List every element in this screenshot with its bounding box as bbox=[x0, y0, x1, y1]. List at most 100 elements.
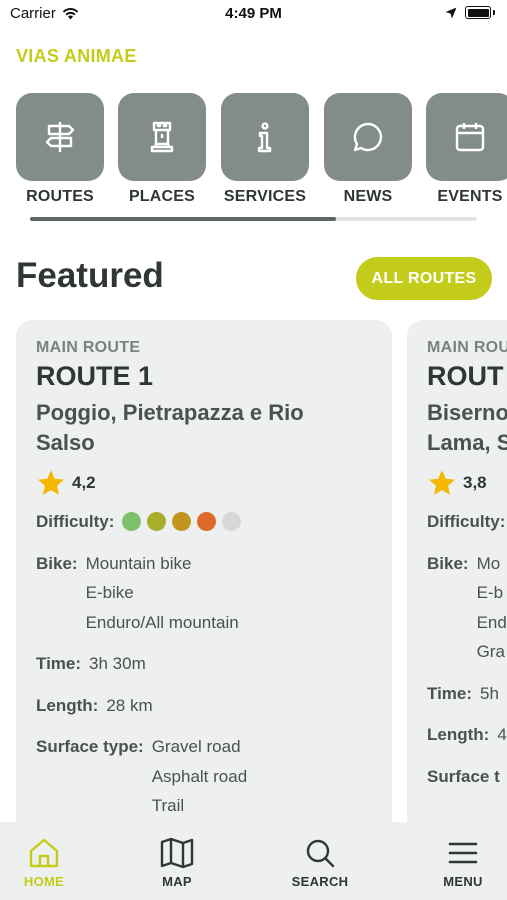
route-rating: 3,8 bbox=[427, 468, 507, 498]
menu-icon bbox=[448, 842, 478, 864]
surface-label: Surface t bbox=[427, 766, 500, 786]
bike-type: Mo bbox=[476, 553, 501, 573]
bike-row: Bike: Mo E-b End Gra bbox=[427, 549, 507, 667]
tab-label: MENU bbox=[443, 874, 483, 889]
category-tile[interactable] bbox=[324, 93, 412, 181]
category-news[interactable]: NEWS bbox=[324, 93, 412, 206]
category-label: PLACES bbox=[128, 188, 196, 205]
difficulty-dot bbox=[197, 512, 217, 532]
carousel-scroll-thumb[interactable] bbox=[30, 217, 336, 221]
bike-list: Mo E-b End Gra bbox=[477, 549, 507, 667]
time-value: 5h bbox=[480, 683, 499, 703]
surface-row: Surface t bbox=[427, 762, 507, 792]
route-title: ROUTE 1 bbox=[36, 361, 154, 391]
category-label: ROUTES bbox=[26, 188, 94, 205]
tab-label: HOME bbox=[23, 874, 65, 889]
tab-label: SEARCH bbox=[291, 874, 349, 889]
info-icon bbox=[257, 122, 272, 153]
chat-bubble-icon bbox=[353, 122, 383, 152]
bike-type: Mountain bike bbox=[85, 553, 192, 573]
featured-heading: Featured bbox=[16, 256, 164, 295]
length-value: 28 km bbox=[106, 695, 153, 715]
length-label: Length: bbox=[36, 695, 99, 715]
time-label: Time: bbox=[36, 654, 82, 673]
bike-label: Bike: bbox=[36, 553, 78, 573]
length-row: Length: 28 km bbox=[36, 691, 372, 721]
category-carousel[interactable]: ROUTES PLACES SERVICES NEWS EVENTS bbox=[0, 93, 507, 213]
length-value: 4 bbox=[497, 725, 507, 744]
featured-routes-carousel[interactable]: MAIN ROUTE ROUTE 1 Poggio, Pietrapazza e… bbox=[0, 320, 507, 825]
surface-list: Gravel road Asphalt road Trail bbox=[152, 732, 247, 821]
battery-tip bbox=[493, 10, 495, 15]
status-bar: Carrier 4:49 PM bbox=[0, 0, 507, 30]
surface-row: Surface type: Gravel road Asphalt road T… bbox=[36, 732, 372, 821]
difficulty-dot bbox=[222, 512, 242, 532]
difficulty-dot bbox=[172, 512, 192, 532]
difficulty-label: Difficulty: bbox=[427, 512, 506, 531]
category-label: SERVICES bbox=[223, 188, 307, 205]
clock: 4:49 PM bbox=[225, 5, 282, 22]
tab-label: MAP bbox=[162, 874, 192, 889]
route-subtitle-line: Salso bbox=[36, 430, 95, 455]
time-label: Time: bbox=[427, 683, 473, 703]
surface-type: Gravel road bbox=[151, 737, 241, 756]
category-tile[interactable] bbox=[118, 93, 206, 181]
bike-type: E-b bbox=[476, 583, 504, 602]
length-row: Length: 4 bbox=[427, 720, 507, 750]
surface-type: Asphalt road bbox=[151, 766, 248, 786]
difficulty-row: Difficulty: bbox=[427, 507, 507, 537]
tab-search[interactable]: SEARCH bbox=[265, 836, 375, 889]
category-routes[interactable]: ROUTES bbox=[16, 93, 104, 206]
star-icon bbox=[429, 470, 455, 495]
bike-list: Mountain bike E-bike Enduro/All mountain bbox=[86, 549, 239, 638]
time-value: 3h 30m bbox=[89, 654, 146, 673]
route-card[interactable]: MAIN ROU ROUT Biserno Lama, S 3,8 Diffic… bbox=[407, 320, 507, 825]
category-tile[interactable] bbox=[426, 93, 507, 181]
route-type: MAIN ROUTE bbox=[36, 339, 141, 356]
category-services[interactable]: SERVICES bbox=[221, 93, 309, 206]
star-icon bbox=[38, 470, 64, 495]
category-places[interactable]: PLACES bbox=[118, 93, 206, 206]
category-tile[interactable] bbox=[16, 93, 104, 181]
battery-icon bbox=[465, 6, 491, 19]
tab-menu[interactable]: MENU bbox=[408, 836, 507, 889]
tab-home[interactable]: HOME bbox=[0, 836, 99, 889]
difficulty-label: Difficulty: bbox=[36, 512, 115, 531]
category-label: EVENTS bbox=[437, 188, 503, 205]
route-subtitle-line: Lama, S bbox=[427, 430, 507, 455]
status-right bbox=[445, 6, 495, 19]
tab-map[interactable]: MAP bbox=[122, 836, 232, 889]
route-title: ROUT bbox=[427, 361, 504, 391]
search-icon bbox=[306, 839, 335, 868]
surface-label: Surface type: bbox=[36, 737, 144, 756]
rating-value: 4,2 bbox=[72, 473, 96, 492]
category-events[interactable]: EVENTS bbox=[426, 93, 507, 206]
surface-type: Trail bbox=[151, 796, 185, 815]
map-icon bbox=[160, 837, 194, 869]
route-card[interactable]: MAIN ROUTE ROUTE 1 Poggio, Pietrapazza e… bbox=[16, 320, 392, 825]
route-subtitle-line: Biserno bbox=[427, 400, 507, 425]
difficulty-dot bbox=[147, 512, 167, 532]
bike-type: Enduro/All mountain bbox=[85, 612, 239, 632]
category-tile[interactable] bbox=[221, 93, 309, 181]
length-label: Length: bbox=[427, 725, 490, 744]
time-row: Time: 5h bbox=[427, 679, 507, 709]
app-brand: VIAS ANIMAE bbox=[16, 46, 137, 66]
calendar-icon bbox=[455, 123, 485, 152]
home-icon bbox=[29, 838, 59, 868]
signpost-icon bbox=[45, 122, 75, 152]
all-routes-button[interactable]: ALL ROUTES bbox=[356, 257, 492, 300]
route-subtitle: Biserno Lama, S bbox=[427, 398, 507, 458]
category-label: NEWS bbox=[343, 188, 393, 205]
bike-type: End bbox=[476, 612, 507, 632]
bike-row: Bike: Mountain bike E-bike Enduro/All mo… bbox=[36, 549, 372, 638]
difficulty-row: Difficulty: bbox=[36, 507, 372, 537]
route-rating: 4,2 bbox=[36, 468, 372, 498]
bike-type: Gra bbox=[476, 642, 505, 661]
bike-type: E-bike bbox=[85, 583, 134, 602]
difficulty-dot bbox=[122, 512, 142, 532]
bike-label: Bike: bbox=[427, 553, 469, 573]
bottom-tab-bar: HOME MAP SEARCH MENU bbox=[0, 822, 507, 900]
time-row: Time: 3h 30m bbox=[36, 649, 372, 679]
location-arrow-icon bbox=[445, 7, 457, 18]
